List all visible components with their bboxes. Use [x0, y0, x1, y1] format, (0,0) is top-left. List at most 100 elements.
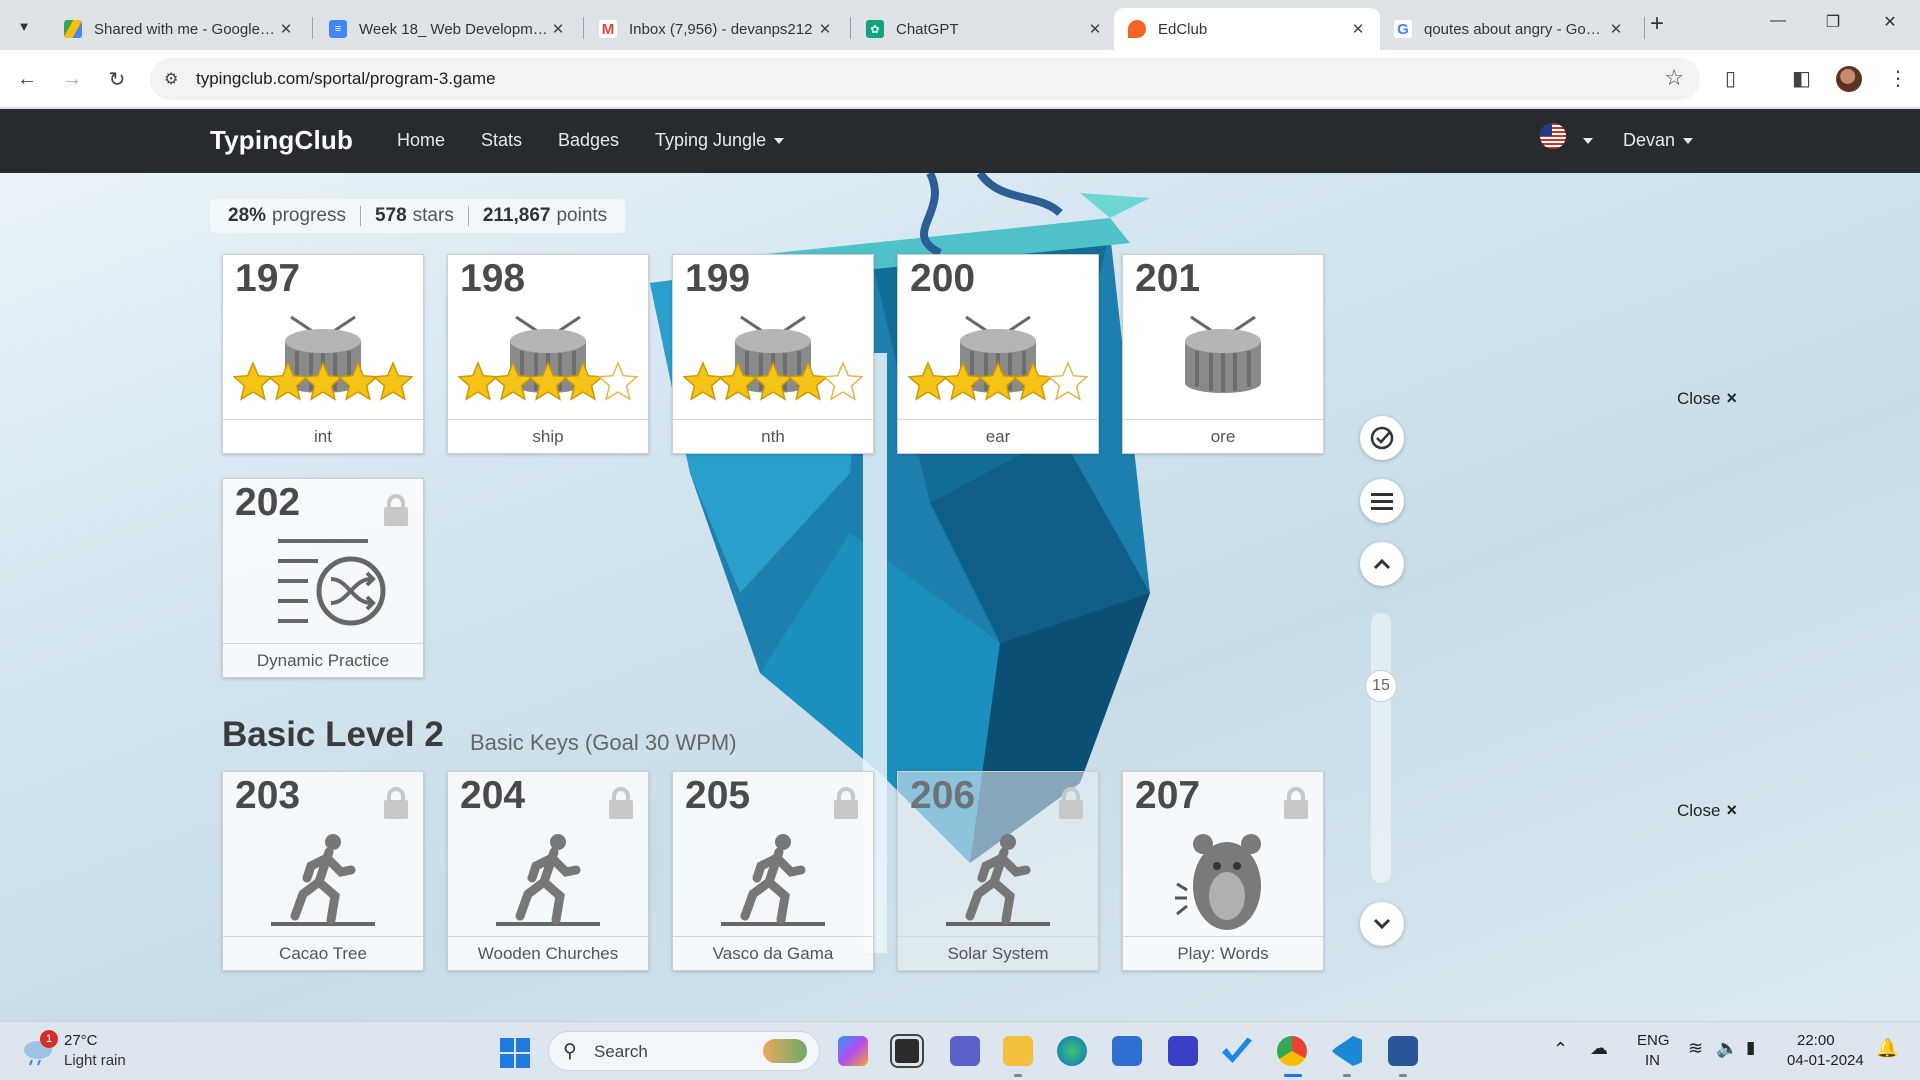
tab-title: EdClub — [1158, 20, 1208, 38]
lesson-card-199[interactable]: 199 nth — [672, 254, 874, 454]
nav-badges[interactable]: Badges — [558, 130, 619, 151]
star-filled-icon — [492, 361, 534, 401]
close-icon[interactable]: ✕ — [1085, 20, 1105, 38]
taskbar-search[interactable]: ⚲ Search — [548, 1031, 820, 1071]
windows-start-icon[interactable] — [500, 1038, 530, 1068]
progress-summary: 28% progress 578 stars 211,867 points — [210, 199, 626, 233]
extensions-icon[interactable]: ▯ — [1725, 66, 1736, 91]
weather-temp[interactable]: 27°C — [64, 1032, 98, 1049]
copilot-icon[interactable] — [838, 1036, 868, 1066]
task-view-icon[interactable] — [890, 1034, 924, 1068]
file-explorer-icon[interactable] — [1003, 1036, 1033, 1066]
lesson-card-201[interactable]: 201 ore — [1122, 254, 1324, 454]
menu-button[interactable] — [1360, 479, 1404, 523]
lesson-card-204[interactable]: 204 Wooden Churches — [447, 771, 649, 971]
lesson-caption: Solar System — [898, 936, 1098, 970]
caret-down-icon[interactable] — [1583, 138, 1593, 144]
close-icon[interactable]: ✕ — [815, 20, 835, 38]
lesson-card-202[interactable]: 202 Dynamic Practice — [222, 478, 424, 678]
close-icon[interactable]: ✕ — [1606, 20, 1626, 38]
bookmark-star-icon[interactable]: ☆ — [1664, 65, 1684, 91]
nav-stats[interactable]: Stats — [481, 130, 522, 151]
site-logo[interactable]: TypingClub — [210, 125, 353, 156]
profile-avatar[interactable] — [1836, 66, 1862, 92]
address-bar[interactable]: ⚙ typingclub.com/sportal/program-3.game … — [150, 58, 1700, 100]
edge-icon[interactable] — [1057, 1036, 1087, 1066]
star-filled-icon — [458, 361, 499, 401]
site-navbar: TypingClub Home Stats Badges Typing Jung… — [0, 109, 1920, 173]
notification-bell-icon[interactable]: 🔔 — [1876, 1038, 1898, 1059]
new-tab-button[interactable]: + — [1650, 12, 1664, 36]
onedrive-icon[interactable]: ☁ — [1590, 1038, 1608, 1059]
store-icon[interactable] — [1112, 1036, 1142, 1066]
clock-time[interactable]: 22:00 — [1797, 1032, 1835, 1049]
browser-tab[interactable]: ≡ Week 18_ Web Development ✕ — [315, 8, 580, 50]
browser-toolbar: ← → ↻ ⚙ typingclub.com/sportal/program-3… — [0, 50, 1920, 108]
language-bottom[interactable]: IN — [1645, 1052, 1660, 1069]
lesson-card-205[interactable]: 205 Vasco da Gama — [672, 771, 874, 971]
lesson-caption: ore — [1123, 419, 1323, 453]
points-value: 211,867 — [482, 205, 551, 226]
side-panel-icon[interactable]: ◧ — [1792, 66, 1811, 91]
forward-button[interactable]: → — [57, 64, 87, 94]
chrome-icon[interactable] — [1277, 1036, 1307, 1066]
star-filled-icon — [752, 361, 794, 401]
reload-icon: ↻ — [108, 68, 126, 91]
vscode-icon[interactable] — [1332, 1036, 1362, 1066]
site-info-icon[interactable]: ⚙ — [164, 69, 178, 89]
browser-tab-active[interactable]: EdClub ✕ — [1114, 8, 1380, 50]
browser-tab[interactable]: ✿ ChatGPT ✕ — [852, 8, 1117, 50]
language-top[interactable]: ENG — [1637, 1032, 1670, 1049]
teams-icon[interactable] — [950, 1036, 980, 1066]
clock-date[interactable]: 04-01-2024 — [1787, 1052, 1864, 1069]
close-icon[interactable]: ✕ — [548, 20, 568, 38]
browser-tab[interactable]: G qoutes about angry - Google Search ✕ — [1380, 8, 1638, 50]
user-menu[interactable]: Devan — [1623, 130, 1694, 151]
restore-button[interactable]: ❐ — [1818, 12, 1848, 36]
reload-button[interactable]: ↻ — [102, 64, 132, 94]
lesson-card-203[interactable]: 203 Cacao Tree — [222, 771, 424, 971]
todo-icon[interactable] — [1222, 1037, 1252, 1063]
close-link[interactable]: Close × — [1677, 800, 1737, 821]
nav-typing-jungle[interactable]: Typing Jungle — [655, 130, 785, 151]
star-filled-icon — [787, 361, 829, 401]
close-icon[interactable]: ✕ — [276, 20, 296, 38]
star-filled-icon — [683, 361, 724, 401]
menu-dots-icon[interactable]: ⋮ — [1888, 66, 1908, 91]
weather-desc[interactable]: Light rain — [64, 1052, 126, 1069]
drum-icon — [1185, 315, 1261, 393]
word-icon[interactable] — [1388, 1036, 1418, 1066]
lesson-card-197[interactable]: 197 int — [222, 254, 424, 454]
chevron-up-icon[interactable]: ⌃ — [1553, 1039, 1568, 1060]
lesson-card-207[interactable]: 207 Play: Words — [1122, 771, 1324, 971]
lock-icon — [384, 494, 408, 526]
close-link[interactable]: Close × — [1677, 388, 1737, 409]
minimize-button[interactable]: — — [1763, 12, 1793, 36]
level-scrollbar[interactable] — [1371, 613, 1391, 883]
browser-tab[interactable]: Shared with me - Google Drive ✕ — [50, 8, 308, 50]
section-subtitle: Basic Keys (Goal 30 WPM) — [470, 730, 737, 755]
app-icon[interactable] — [1168, 1036, 1198, 1066]
lesson-card-200[interactable]: 200 ear — [897, 254, 1099, 454]
lesson-number: 206 — [910, 774, 976, 817]
us-flag-icon[interactable] — [1540, 123, 1566, 149]
section-title: Basic Level 2 — [222, 715, 444, 754]
scroll-up-button[interactable] — [1360, 542, 1404, 586]
window-close-button[interactable]: ✕ — [1875, 12, 1905, 36]
lesson-card-198[interactable]: 198 ship — [447, 254, 649, 454]
level-scroll-indicator[interactable]: 15 — [1365, 670, 1397, 702]
wifi-icon[interactable]: ≋ — [1688, 1038, 1703, 1059]
google-icon: G — [1394, 20, 1412, 38]
browser-tab[interactable]: M Inbox (7,956) - devanps212 ✕ — [585, 8, 847, 50]
nav-home[interactable]: Home — [397, 130, 445, 151]
scroll-down-button[interactable] — [1360, 902, 1404, 946]
lesson-card-206[interactable]: 206 Solar System — [897, 771, 1099, 971]
battery-icon[interactable]: ▮ — [1746, 1038, 1755, 1058]
chevron-up-icon — [1373, 558, 1391, 570]
volume-icon[interactable]: 🔈 — [1716, 1038, 1738, 1059]
url-text[interactable]: typingclub.com/sportal/program-3.game — [196, 69, 496, 89]
check-button[interactable] — [1360, 416, 1404, 460]
tab-search-button[interactable]: ▼ — [10, 12, 38, 40]
close-icon[interactable]: ✕ — [1348, 20, 1368, 38]
back-button[interactable]: ← — [12, 64, 42, 94]
